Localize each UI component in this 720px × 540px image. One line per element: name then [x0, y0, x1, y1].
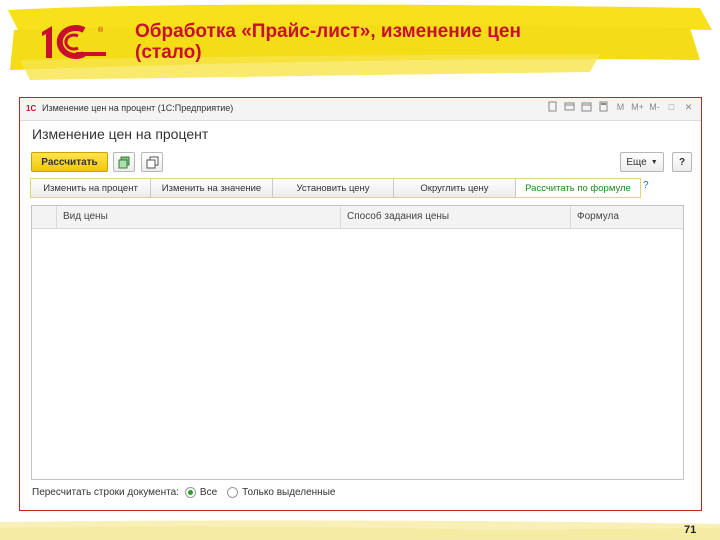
- recalc-label: Пересчитать строки документа:: [32, 487, 179, 498]
- action-tabs: Изменить на процент Изменить на значение…: [30, 178, 641, 198]
- tabs-help-link[interactable]: ?: [643, 180, 649, 191]
- more-label: Еще: [626, 156, 647, 168]
- copy-icon: [146, 156, 158, 168]
- titlebar-icons: M M+ M- □ ✕: [546, 101, 695, 114]
- mminus-icon[interactable]: M-: [648, 101, 661, 114]
- copy-green-icon: [118, 156, 129, 168]
- svg-text:®: ®: [98, 26, 104, 34]
- help-button[interactable]: ?: [672, 152, 692, 172]
- window-title: Изменение цен на процент (1С:Предприятие…: [42, 103, 234, 113]
- maximize-icon[interactable]: □: [665, 101, 678, 114]
- copy-rows-button[interactable]: [113, 152, 135, 172]
- more-button[interactable]: Еще ▼: [620, 152, 664, 172]
- copy-button[interactable]: [141, 152, 163, 172]
- close-icon[interactable]: ✕: [682, 101, 695, 114]
- mplus-icon[interactable]: M+: [631, 101, 644, 114]
- window-titlebar: 1С Изменение цен на процент (1С:Предприя…: [20, 98, 701, 121]
- command-bar: Рассчитать Еще ▼ ?: [31, 152, 692, 174]
- calendar-icon[interactable]: [580, 101, 593, 114]
- doc-icon[interactable]: [546, 101, 559, 114]
- header-price-type[interactable]: Вид цены: [56, 206, 340, 228]
- radio-selected-only[interactable]: [227, 487, 239, 498]
- header-formula[interactable]: Формула: [570, 206, 683, 228]
- form-title: Изменение цен на процент: [32, 126, 209, 142]
- tab-calc-formula[interactable]: Рассчитать по формуле: [516, 179, 640, 197]
- radio-all[interactable]: [184, 487, 196, 498]
- radio-all-label[interactable]: Все: [200, 487, 217, 498]
- tab-change-value[interactable]: Изменить на значение: [151, 179, 273, 197]
- m-icon[interactable]: M: [614, 101, 627, 114]
- table-header: Вид цены Способ задания цены Формула: [32, 206, 683, 229]
- slide-title: Обработка «Прайс-лист», изменение цен (с…: [135, 21, 521, 63]
- bottom-highlight: [0, 520, 720, 540]
- 1c-logo: ®: [42, 25, 106, 59]
- radio-selected-only-label[interactable]: Только выделенные: [242, 487, 335, 498]
- app-window: 1С Изменение цен на процент (1С:Предприя…: [19, 97, 702, 511]
- calc-icon[interactable]: [597, 101, 610, 114]
- price-types-table[interactable]: Вид цены Способ задания цены Формула: [31, 205, 684, 480]
- calculate-button[interactable]: Рассчитать: [31, 152, 108, 172]
- tab-round-price[interactable]: Округлить цену: [394, 179, 516, 197]
- dropdown-arrow-icon: ▼: [650, 158, 658, 166]
- header-check-column: [32, 206, 56, 228]
- tab-change-percent[interactable]: Изменить на процент: [31, 179, 151, 197]
- tab-set-price[interactable]: Установить цену: [273, 179, 394, 197]
- header-price-method[interactable]: Способ задания цены: [340, 206, 570, 228]
- app-logo-icon: 1С: [26, 104, 37, 113]
- page-number: 71: [684, 524, 697, 536]
- recalc-options: Пересчитать строки документа: Все Только…: [32, 487, 335, 498]
- history-icon[interactable]: [563, 101, 576, 114]
